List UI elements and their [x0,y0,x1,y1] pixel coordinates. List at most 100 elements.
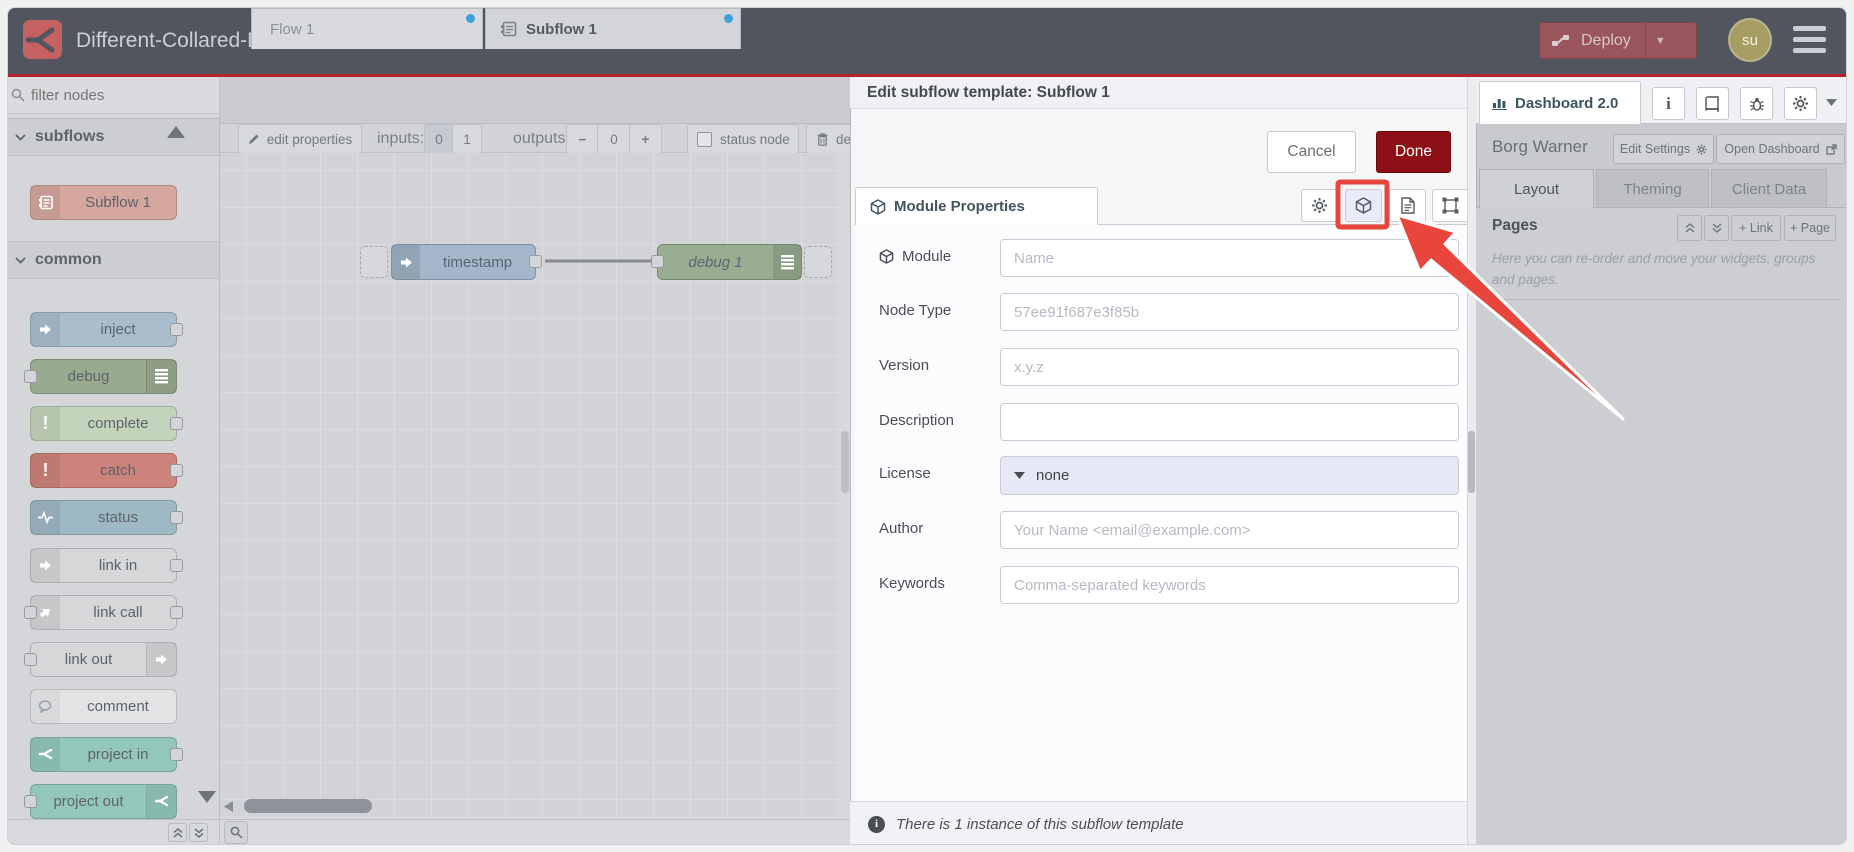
horizontal-scrollbar-thumb[interactable] [244,799,372,813]
sidebar-more-caret-icon[interactable] [1826,99,1837,106]
palette-node-label: inject [100,321,136,338]
version-input[interactable] [1000,348,1459,386]
subflow-output-stub[interactable] [804,246,832,278]
done-button[interactable]: Done [1376,131,1451,173]
appearance-tab-button[interactable] [1432,189,1469,222]
module-properties-tab-button[interactable] [1345,189,1382,222]
pages-move-up-button[interactable] [1677,215,1702,241]
canvas-search-button[interactable] [224,821,248,844]
palette-scroll-up-icon[interactable] [166,124,186,140]
help-tab-button[interactable] [1696,87,1729,120]
debug-sidebar-icon [773,245,801,279]
tab-flow-1[interactable]: Flow 1 [251,8,483,49]
tab-module-properties[interactable]: Module Properties [855,187,1098,225]
sidebar-tab-layout[interactable]: Layout [1479,169,1594,209]
project-icon [146,785,176,818]
workspace-vscroll-thumb[interactable] [841,431,849,493]
inputs-0-button[interactable]: 0 [424,124,454,154]
palette-node-label: comment [87,698,149,715]
canvas-node-debug-1[interactable]: debug 1 [651,244,802,280]
palette-node-link-out[interactable]: link out [24,642,177,677]
palette-node-subflow-1[interactable]: Subflow 1 [30,185,177,220]
palette-node-link-call[interactable]: link call [24,595,183,630]
palette-node-label: link in [98,557,138,574]
field-label-node-type: Node Type [879,302,952,319]
exclamation-icon: ! [31,454,60,487]
outputs-minus-button[interactable]: − [566,124,599,154]
sidebar-tab-theming[interactable]: Theming [1596,169,1709,210]
tab-label: Module Properties [894,198,1025,215]
palette-node-catch[interactable]: ! catch [30,453,183,488]
palette-node-debug[interactable]: debug [24,359,177,394]
palette-node-inject[interactable]: inject [30,312,183,347]
module-input[interactable] [1000,239,1459,277]
pages-divider [1495,299,1841,300]
edit-settings-button[interactable]: Edit Settings [1613,134,1714,164]
edit-properties-button[interactable]: edit properties [238,124,362,154]
palette-node-comment[interactable]: comment [30,689,177,724]
dialog-header: Edit subflow template: Subflow 1 [850,77,1467,109]
palette-node-project-in[interactable]: project in [30,737,183,772]
palette-node-label: debug [67,368,110,385]
canvas-node-timestamp[interactable]: timestamp [391,244,542,280]
palette-category-common[interactable]: common [8,241,219,279]
output-port [170,511,183,524]
properties-tab-button[interactable] [1301,189,1338,222]
author-input[interactable] [1000,511,1459,549]
description-input[interactable] [1000,403,1459,441]
palette-node-complete[interactable]: ! complete [30,406,183,441]
deploy-label: Deploy [1581,31,1631,49]
dialog-vscroll-thumb[interactable] [1468,431,1475,493]
object-frame-icon [1442,197,1459,214]
cube-icon [870,198,886,215]
palette-scroll-down-icon[interactable] [197,789,217,805]
info-tab-button[interactable]: i [1652,87,1685,120]
sidebar-tab-dashboard[interactable]: Dashboard 2.0 [1479,81,1641,124]
input-port[interactable] [651,255,664,268]
node-red-logo-icon [23,20,62,59]
double-chevron-down-icon [194,827,203,838]
deploy-button[interactable]: Deploy ▼ [1539,22,1697,59]
search-icon [230,826,243,839]
dialog-footer: i There is 1 instance of this subflow te… [850,801,1467,844]
license-select[interactable]: none [1000,456,1459,495]
hscroll-left-arrow[interactable] [222,800,235,813]
field-label-license: License [879,465,931,482]
debug-sidebar-icon [146,360,176,393]
keywords-input[interactable] [1000,566,1459,604]
palette-collapse-all-button[interactable] [168,823,187,842]
tab-subflow-1[interactable]: Subflow 1 [485,8,741,49]
outputs-plus-button[interactable]: + [629,124,662,154]
add-link-button[interactable]: + Link [1731,215,1781,241]
input-port [24,653,37,666]
trash-icon [817,132,828,146]
output-port[interactable] [529,255,542,268]
palette-node-link-in[interactable]: link in [30,548,183,583]
unsaved-changes-dot [466,14,475,23]
palette-node-status[interactable]: status [30,500,183,535]
user-avatar[interactable]: su [1728,18,1772,62]
field-label-version: Version [879,357,930,374]
deploy-dropdown-caret-icon[interactable]: ▼ [1655,35,1666,47]
main-menu-button[interactable] [1793,26,1826,54]
inputs-1-button[interactable]: 1 [452,124,482,154]
node-type-input[interactable] [1000,293,1459,331]
pages-move-down-button[interactable] [1704,215,1729,241]
palette-filter-input[interactable] [29,83,199,107]
palette-search[interactable] [8,77,220,114]
status-node-checkbox[interactable]: status node [687,124,799,154]
palette-node-project-out[interactable]: project out [24,784,177,819]
settings-tab-button[interactable] [1784,87,1817,120]
field-label-description: Description [879,412,955,429]
add-page-button[interactable]: + Page [1784,215,1836,241]
unsaved-changes-dot [724,14,733,23]
palette-category-subflows[interactable]: subflows [8,118,219,156]
category-label: subflows [35,128,105,145]
open-dashboard-button[interactable]: Open Dashboard [1716,134,1845,164]
palette-expand-all-button[interactable] [189,823,208,842]
debug-tab-button[interactable] [1740,87,1773,120]
i-icon: i [1666,93,1671,113]
sidebar-tab-client-data[interactable]: Client Data [1711,169,1827,210]
cancel-button[interactable]: Cancel [1267,131,1356,173]
description-tab-button[interactable] [1389,189,1426,222]
